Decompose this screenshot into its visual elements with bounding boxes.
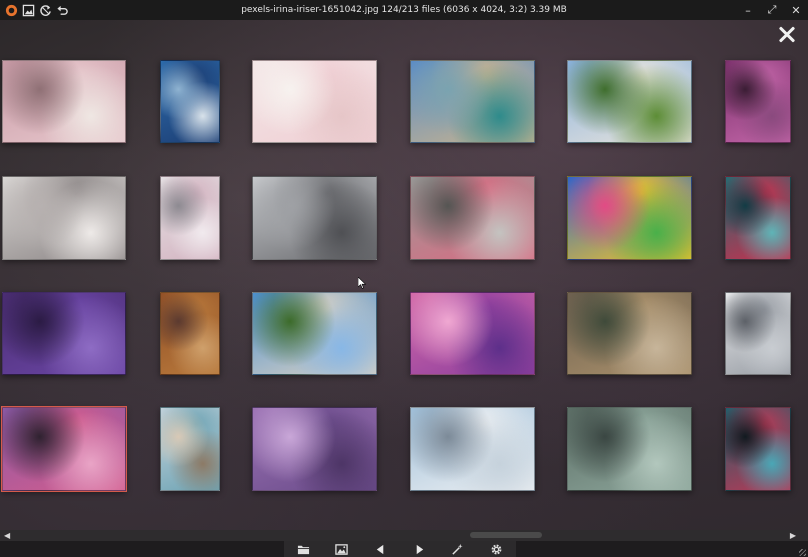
mouse-cursor-icon xyxy=(358,277,366,289)
next-icon[interactable] xyxy=(411,542,427,556)
thumbnail-pink-roses-balcony[interactable] xyxy=(410,176,535,260)
app-logo-icon[interactable] xyxy=(4,3,18,17)
thumbnail-teal-crystals[interactable] xyxy=(725,176,791,260)
window-title: pexels-irina-iriser-1651042.jpg 124/213 … xyxy=(241,5,567,15)
title-bar: pexels-irina-iriser-1651042.jpg 124/213 … xyxy=(0,0,808,20)
thumbnail-lake-reflection[interactable] xyxy=(567,292,692,375)
thumbnail-castle-garden[interactable] xyxy=(567,60,692,143)
thumbnail-white-bedroom[interactable] xyxy=(2,176,126,260)
resize-grip[interactable] xyxy=(799,549,806,556)
thumbnail-fountain-steps[interactable] xyxy=(160,407,220,491)
thumbnail-blue-heart-ice[interactable] xyxy=(160,60,220,143)
undo-icon[interactable] xyxy=(55,3,69,17)
thumbnail-neuschwanstein[interactable] xyxy=(252,292,377,375)
thumbnail-grid xyxy=(0,20,808,530)
thumbnail-soft-pink-blossoms[interactable] xyxy=(252,60,377,143)
close-icon[interactable] xyxy=(778,25,796,43)
gallery-icon[interactable] xyxy=(21,3,35,17)
scroll-right-icon[interactable]: ▶ xyxy=(790,531,796,540)
thumbnail-succulents[interactable] xyxy=(567,407,692,491)
thumbnail-lilac-close-up[interactable] xyxy=(252,407,377,491)
open-folder-icon[interactable] xyxy=(295,542,311,556)
thumbnail-eiffel-cherry[interactable] xyxy=(160,176,220,260)
refresh-icon[interactable] xyxy=(38,3,52,17)
settings-gear-icon[interactable] xyxy=(489,542,505,556)
bottom-toolbar xyxy=(0,541,808,557)
previous-icon[interactable] xyxy=(373,542,389,556)
thumbnail-teal-pink-abstract[interactable] xyxy=(725,407,791,491)
thumbnail-himeji-castle[interactable] xyxy=(410,407,535,491)
thumbnail-misty-castle[interactable] xyxy=(252,176,377,260)
thumbnail-autumn-castle[interactable] xyxy=(160,292,220,375)
thumbnail-purple-flowers[interactable] xyxy=(2,292,126,375)
magic-wand-icon[interactable] xyxy=(450,542,466,556)
close-window-button[interactable]: ✕ xyxy=(790,4,802,17)
thumbnail-purple-lilac[interactable] xyxy=(725,60,791,143)
maximize-button[interactable]: ⤢ xyxy=(766,3,778,17)
minimize-button[interactable]: – xyxy=(742,4,754,17)
thumbnail-pink-kitchen[interactable] xyxy=(2,60,126,143)
horizontal-scrollbar[interactable]: ◀ ▶ xyxy=(0,530,808,541)
thumbnail-colorful-daisies[interactable] xyxy=(1,406,127,492)
open-image-icon[interactable] xyxy=(334,542,350,556)
scroll-left-icon[interactable]: ◀ xyxy=(4,531,10,540)
thumbnail-fountain-monument[interactable] xyxy=(410,60,535,143)
thumbnail-graffiti-wall[interactable] xyxy=(567,176,692,260)
thumbnail-white-castle[interactable] xyxy=(725,292,791,375)
thumbnail-pink-crystals[interactable] xyxy=(410,292,535,375)
scrollbar-thumb[interactable] xyxy=(470,532,542,538)
